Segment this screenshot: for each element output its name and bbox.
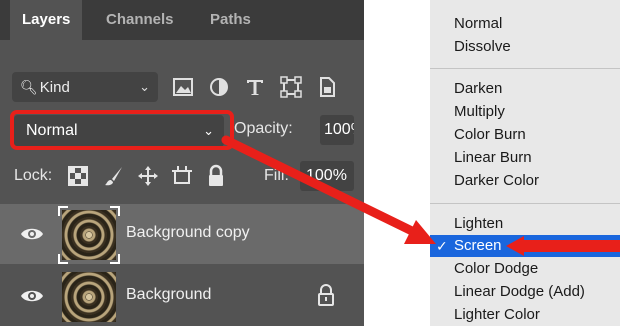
visibility-eye-icon[interactable] xyxy=(20,224,44,244)
menu-item-lighter-color[interactable]: Lighter Color xyxy=(430,304,620,326)
filter-kind-select[interactable]: 🔍︎ Kind ⌄ xyxy=(12,72,158,102)
menu-item-color-dodge[interactable]: Color Dodge xyxy=(430,258,620,280)
type-filter-icon[interactable] xyxy=(242,74,268,100)
layer-row-background-copy[interactable]: Background copy xyxy=(0,204,364,264)
chevron-down-icon: ⌄ xyxy=(139,79,150,94)
menu-item-darken[interactable]: Darken xyxy=(430,78,620,100)
lock-image-pixels-icon[interactable] xyxy=(102,164,126,188)
layers-panel: Layers Channels Paths 🔍︎ Kind ⌄ Normal ⌄… xyxy=(0,0,364,326)
visibility-eye-icon[interactable] xyxy=(20,286,44,306)
selected-thumbnail-frame xyxy=(58,206,120,264)
menu-item-dissolve[interactable]: Dissolve xyxy=(430,36,620,58)
menu-item-multiply[interactable]: Multiply xyxy=(430,101,620,123)
layer-locked-icon xyxy=(318,284,334,306)
menu-item-normal[interactable]: Normal xyxy=(430,13,620,35)
menu-separator xyxy=(430,203,620,204)
lock-row: Lock: Fill: 100% xyxy=(0,158,364,194)
layer-name: Background xyxy=(126,286,212,303)
tab-layers[interactable]: Layers xyxy=(10,0,83,40)
smart-object-filter-icon[interactable] xyxy=(314,74,340,100)
lock-position-icon[interactable] xyxy=(136,164,160,188)
menu-item-lighten[interactable]: Lighten xyxy=(430,213,620,235)
menu-item-linear-burn[interactable]: Linear Burn xyxy=(430,147,620,169)
tab-paths[interactable]: Paths xyxy=(198,0,263,40)
fill-label: Fill: xyxy=(264,167,289,184)
opacity-label: Opacity: xyxy=(234,120,293,137)
fill-input[interactable]: 100% xyxy=(300,161,354,191)
layer-row-background[interactable]: Background xyxy=(0,266,364,326)
annotation-highlight-box xyxy=(10,110,234,150)
menu-item-screen[interactable]: ✓ Screen xyxy=(430,235,620,257)
checkmark-icon: ✓ xyxy=(436,238,448,254)
layer-thumbnail xyxy=(62,272,116,322)
lock-transparent-pixels-icon[interactable] xyxy=(66,164,90,188)
shape-filter-icon[interactable] xyxy=(278,74,304,100)
lock-all-icon[interactable] xyxy=(204,164,228,188)
layer-filter-row: 🔍︎ Kind ⌄ xyxy=(0,68,364,106)
tab-channels[interactable]: Channels xyxy=(94,0,186,40)
layer-name: Background copy xyxy=(126,224,250,241)
search-icon: 🔍︎ xyxy=(20,79,38,95)
menu-item-color-burn[interactable]: Color Burn xyxy=(430,124,620,146)
adjustment-filter-icon[interactable] xyxy=(206,74,232,100)
panel-tab-bar: Layers Channels Paths xyxy=(0,0,364,40)
blend-mode-menu: Normal Dissolve Darken Multiply Color Bu… xyxy=(430,0,620,326)
filter-kind-label: Kind xyxy=(39,79,70,96)
menu-item-label: Screen xyxy=(454,237,502,254)
lock-artboard-icon[interactable] xyxy=(170,164,194,188)
menu-separator xyxy=(430,68,620,69)
lock-label: Lock: xyxy=(14,167,53,184)
menu-item-linear-dodge-add[interactable]: Linear Dodge (Add) xyxy=(430,281,620,303)
menu-item-darker-color[interactable]: Darker Color xyxy=(430,170,620,192)
image-filter-icon[interactable] xyxy=(170,74,196,100)
opacity-input[interactable]: 100% xyxy=(320,115,354,145)
